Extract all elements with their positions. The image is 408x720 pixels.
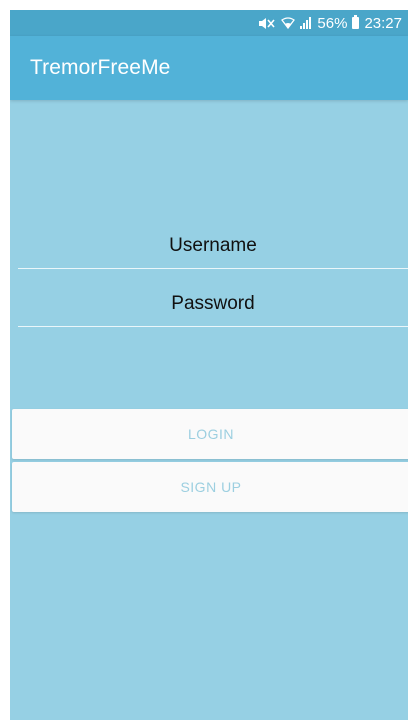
password-field[interactable]: Password (18, 282, 408, 327)
battery-percent: 56% (317, 14, 348, 32)
signal-icon (300, 17, 312, 29)
username-placeholder: Username (169, 235, 257, 256)
clock: 23:27 (364, 14, 402, 32)
password-placeholder: Password (171, 293, 255, 314)
app-title: TremorFreeMe (30, 56, 171, 79)
app-bar: TremorFreeMe (10, 36, 408, 100)
username-field[interactable]: Username (18, 224, 408, 269)
login-button[interactable]: LOGIN (12, 409, 408, 459)
mute-icon (258, 17, 276, 30)
app-screen: 56% 23:27 TremorFreeMe Username Password… (10, 10, 408, 720)
status-bar: 56% 23:27 (10, 10, 408, 36)
wifi-icon (281, 17, 296, 29)
battery-icon (352, 15, 360, 29)
signup-button[interactable]: SIGN UP (12, 462, 408, 512)
